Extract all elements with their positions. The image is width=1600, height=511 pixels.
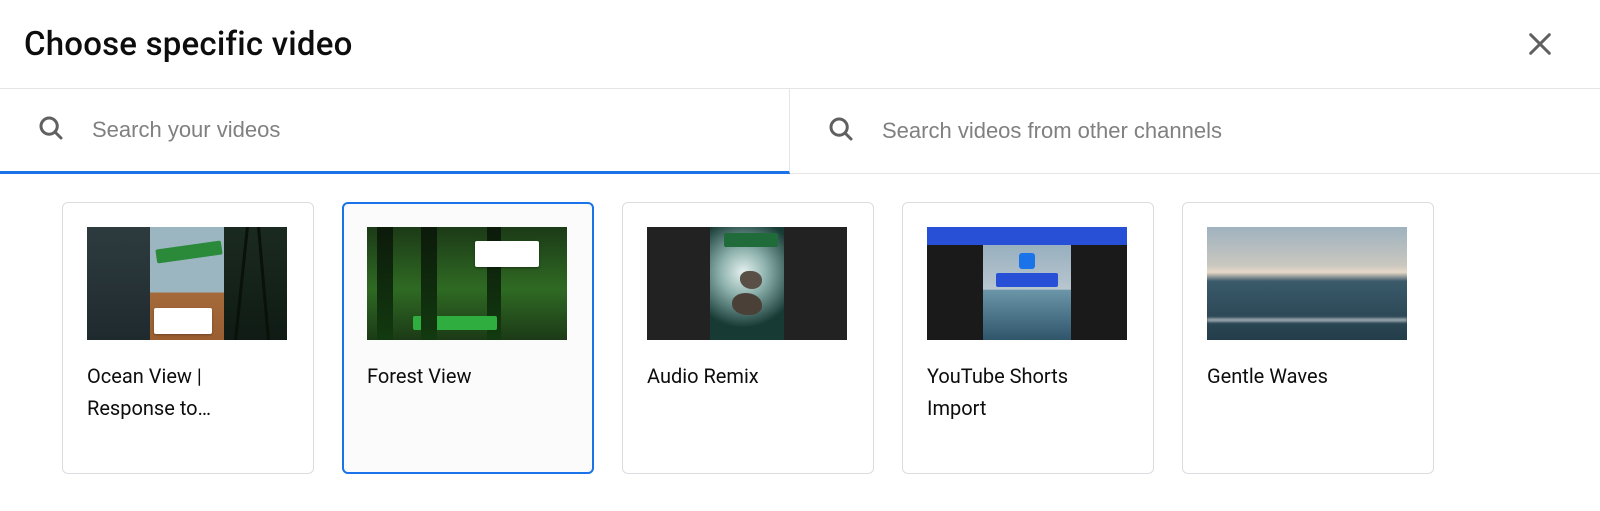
video-thumbnail <box>367 227 567 340</box>
video-thumbnail <box>647 227 847 340</box>
search-other-channels-cell[interactable] <box>790 89 1600 173</box>
video-card[interactable]: Forest View <box>342 202 594 474</box>
search-icon <box>36 113 66 147</box>
video-thumbnail <box>927 227 1127 340</box>
dialog-header: Choose specific video <box>0 0 1600 88</box>
video-thumbnail <box>1207 227 1407 340</box>
search-icon <box>826 114 856 148</box>
video-thumbnail <box>87 227 287 340</box>
video-card[interactable]: Ocean View | Response to… <box>62 202 314 474</box>
video-title: YouTube Shorts Import <box>927 360 1129 424</box>
video-title: Audio Remix <box>647 360 849 392</box>
video-card[interactable]: YouTube Shorts Import <box>902 202 1154 474</box>
dialog-title: Choose specific video <box>24 25 353 64</box>
video-title: Forest View <box>367 360 569 392</box>
video-gallery: Ocean View | Response to… Forest View Au… <box>0 174 1600 502</box>
close-icon <box>1524 28 1556 60</box>
video-card[interactable]: Gentle Waves <box>1182 202 1434 474</box>
search-your-videos-input[interactable] <box>92 117 753 143</box>
search-your-videos-cell[interactable] <box>0 89 790 174</box>
video-card[interactable]: Audio Remix <box>622 202 874 474</box>
video-title: Gentle Waves <box>1207 360 1409 392</box>
close-button[interactable] <box>1520 24 1560 64</box>
video-title: Ocean View | Response to… <box>87 360 289 424</box>
search-row <box>0 88 1600 174</box>
search-other-channels-input[interactable] <box>882 118 1564 144</box>
